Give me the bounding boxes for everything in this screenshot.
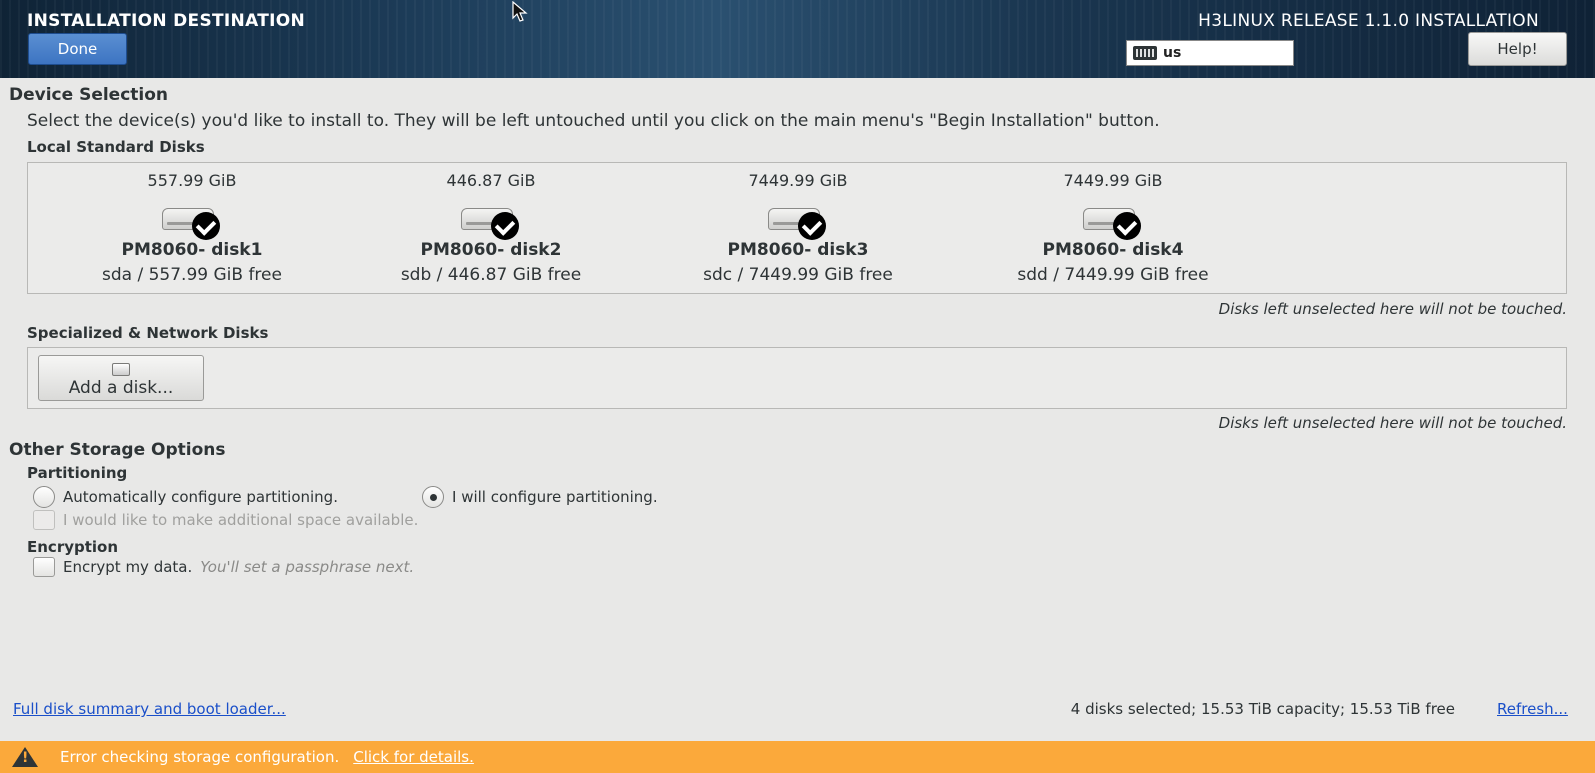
selection-status: 4 disks selected; 15.53 TiB capacity; 15… (1070, 700, 1455, 718)
local-disks-panel: 557.99 GiB PM8060- disk1 sda / 557.99 Gi… (27, 162, 1567, 294)
disk-summary-link[interactable]: Full disk summary and boot loader... (13, 700, 286, 718)
help-button[interactable]: Help! (1468, 32, 1567, 66)
network-disks-note: Disks left unselected here will not be t… (1218, 414, 1567, 432)
extra-space-label: I would like to make additional space av… (63, 511, 419, 529)
disk-name: PM8060- disk1 (121, 240, 263, 260)
error-bar[interactable]: Error checking storage configuration. Cl… (0, 741, 1595, 773)
disk-item-2[interactable]: 446.87 GiB PM8060- disk2 sdb / 446.87 Gi… (341, 163, 641, 285)
disk-free-space: sdd / 7449.99 GiB free (1017, 265, 1209, 285)
disk-size: 446.87 GiB (446, 171, 536, 190)
device-selection-heading: Device Selection (9, 85, 169, 105)
error-message: Error checking storage configuration. (60, 748, 340, 766)
add-disk-label: Add a disk... (68, 377, 174, 398)
disk-size: 7449.99 GiB (1063, 171, 1163, 190)
auto-partition-label: Automatically configure partitioning. (63, 488, 338, 506)
encryption-heading: Encryption (27, 538, 119, 556)
auto-partition-radio[interactable] (33, 486, 55, 508)
checkmark-icon (1113, 212, 1141, 240)
add-disk-button[interactable]: Add a disk... (38, 355, 204, 401)
disk-item-3[interactable]: 7449.99 GiB PM8060- disk3 sdc / 7449.99 … (648, 163, 948, 285)
checkmark-icon (798, 212, 826, 240)
keyboard-icon (1133, 46, 1157, 60)
encrypt-checkbox[interactable] (33, 557, 55, 577)
disk-icon (112, 362, 130, 376)
manual-partition-radio[interactable] (422, 486, 444, 508)
mouse-pointer-icon (512, 1, 528, 22)
refresh-link[interactable]: Refresh... (1497, 700, 1568, 718)
device-selection-intro: Select the device(s) you'd like to insta… (27, 111, 1160, 131)
keyboard-layout-label: us (1163, 45, 1182, 61)
done-button[interactable]: Done (28, 33, 127, 65)
disk-size: 557.99 GiB (147, 171, 237, 190)
encrypt-label: Encrypt my data. (63, 558, 193, 576)
disk-name: PM8060- disk2 (420, 240, 562, 260)
extra-space-checkbox (33, 510, 55, 530)
partitioning-heading: Partitioning (27, 464, 128, 482)
checkmark-icon (192, 212, 220, 240)
encrypt-hint: You'll set a passphrase next. (200, 558, 415, 576)
manual-partition-label: I will configure partitioning. (452, 488, 658, 506)
hard-disk-icon (768, 196, 828, 240)
extra-space-option: I would like to make additional space av… (33, 510, 418, 530)
keyboard-layout-indicator[interactable]: us (1126, 40, 1294, 66)
hard-disk-icon (1083, 196, 1143, 240)
spoke-title: INSTALLATION DESTINATION (27, 11, 306, 31)
disk-item-4[interactable]: 7449.99 GiB PM8060- disk4 sdd / 7449.99 … (963, 163, 1263, 285)
disk-free-space: sda / 557.99 GiB free (102, 265, 282, 285)
error-details-link[interactable]: Click for details. (353, 748, 474, 766)
local-disks-heading: Local Standard Disks (27, 138, 205, 156)
encrypt-option[interactable]: Encrypt my data. You'll set a passphrase… (33, 557, 414, 577)
network-disks-panel: Add a disk... (27, 347, 1567, 409)
disk-item-1[interactable]: 557.99 GiB PM8060- disk1 sda / 557.99 Gi… (42, 163, 342, 285)
disk-name: PM8060- disk4 (1042, 240, 1184, 260)
disk-free-space: sdc / 7449.99 GiB free (703, 265, 893, 285)
storage-options-heading: Other Storage Options (9, 440, 226, 460)
hard-disk-icon (461, 196, 521, 240)
disk-free-space: sdb / 446.87 GiB free (400, 265, 582, 285)
disk-name: PM8060- disk3 (727, 240, 869, 260)
release-title: H3LINUX RELEASE 1.1.0 INSTALLATION (1198, 11, 1539, 31)
checkmark-icon (491, 212, 519, 240)
manual-partition-option[interactable]: I will configure partitioning. (422, 486, 658, 508)
hard-disk-icon (162, 196, 222, 240)
warning-icon (12, 747, 38, 767)
auto-partition-option[interactable]: Automatically configure partitioning. (33, 486, 338, 508)
disk-size: 7449.99 GiB (748, 171, 848, 190)
local-disks-note: Disks left unselected here will not be t… (1218, 300, 1567, 318)
network-disks-heading: Specialized & Network Disks (27, 324, 269, 342)
